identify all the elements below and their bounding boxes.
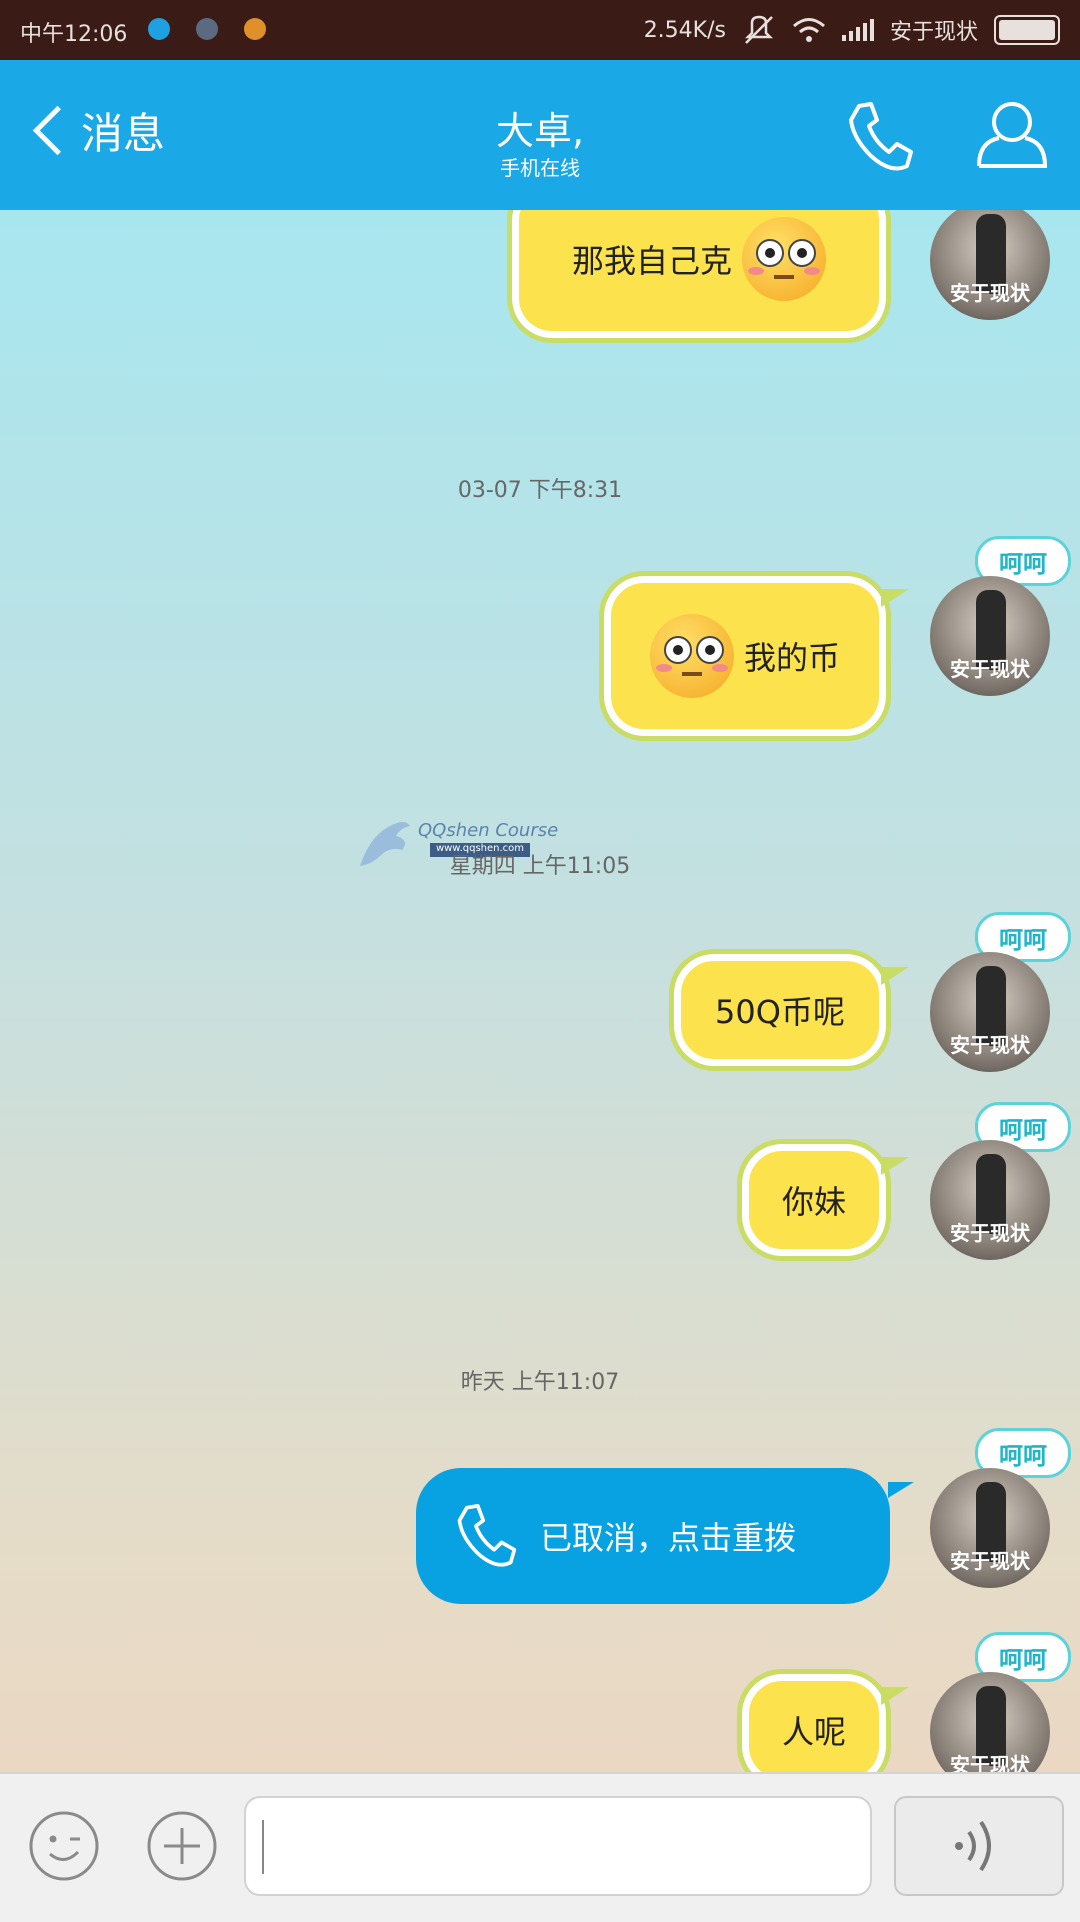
message-bubble[interactable]: 我的币	[599, 571, 909, 741]
mute-icon	[744, 15, 774, 44]
avatar-label: 安于现状	[950, 1753, 1030, 1772]
voice-wave-icon	[955, 1820, 991, 1872]
status-time: 中午12:06	[20, 22, 128, 47]
wifi-icon	[793, 18, 825, 42]
avatar[interactable]: 安于现状	[930, 1468, 1050, 1588]
timestamp: 昨天 上午11:07	[460, 1370, 620, 1395]
message-bubble[interactable]: 人呢	[737, 1669, 909, 1772]
signal-icon	[841, 19, 874, 41]
status-bar: 中午12:06 2.54K/s 安于现状	[0, 0, 1080, 60]
timestamp: 03-07 下午8:31	[457, 478, 623, 503]
chat-header: 消息 大卓, 手机在线	[0, 60, 1080, 210]
message-text: 那我自己克	[571, 242, 732, 280]
message-input[interactable]	[244, 1796, 872, 1896]
timestamp: 星期四 上午11:05	[449, 854, 631, 879]
chat-area[interactable]: 那我自己克 安于现状 03-07 下午8:31 呵呵 我的币 安于现状 QQsh…	[0, 210, 1080, 1772]
watermark-title: QQshen Course	[418, 820, 559, 841]
avatar[interactable]: 安于现状	[930, 1672, 1050, 1772]
app-notification-icon-2	[244, 18, 266, 40]
avatar[interactable]: 安于现状	[930, 210, 1050, 320]
emoji-button[interactable]	[28, 1810, 100, 1882]
contact-name: 大卓,	[495, 109, 585, 153]
message-bubble[interactable]: 那我自己克	[507, 210, 909, 343]
flushed-face-emoji-icon	[649, 614, 734, 698]
input-bar	[0, 1772, 1080, 1922]
avatar[interactable]: 安于现状	[930, 576, 1050, 696]
avatar[interactable]: 安于现状	[930, 952, 1050, 1072]
voice-input-button[interactable]	[894, 1796, 1064, 1896]
text-caret	[262, 1820, 264, 1874]
avatar-label: 安于现状	[950, 1221, 1030, 1245]
message-text: 我的币	[743, 639, 840, 677]
call-status-text: 已取消，点击重拨	[540, 1519, 797, 1557]
plus-button[interactable]	[146, 1810, 218, 1882]
call-record-bubble[interactable]: 已取消，点击重拨	[416, 1468, 914, 1604]
phone-call-button[interactable]	[845, 100, 915, 174]
message-text: 你妹	[781, 1183, 846, 1221]
message-bubble[interactable]: 你妹	[737, 1139, 909, 1261]
notification-icon	[148, 18, 170, 40]
message-bubble[interactable]: 50Q币呢	[669, 949, 909, 1071]
carrier-name: 安于现状	[889, 20, 978, 45]
battery-icon	[994, 15, 1060, 45]
message-text: 人呢	[781, 1713, 846, 1751]
avatar[interactable]: 安于现状	[930, 1140, 1050, 1260]
phone-icon	[457, 1504, 517, 1567]
contact-status: 手机在线	[500, 156, 580, 180]
message-text: 50Q币呢	[715, 993, 845, 1031]
network-speed: 2.54K/s	[643, 17, 726, 43]
flushed-face-emoji-icon	[742, 217, 826, 301]
avatar-label: 安于现状	[950, 657, 1030, 681]
avatar-label: 安于现状	[950, 281, 1030, 305]
avatar-label: 安于现状	[950, 1033, 1030, 1057]
contact-profile-button[interactable]	[975, 98, 1049, 170]
app-notification-icon	[196, 18, 218, 40]
avatar-label: 安于现状	[950, 1549, 1030, 1573]
